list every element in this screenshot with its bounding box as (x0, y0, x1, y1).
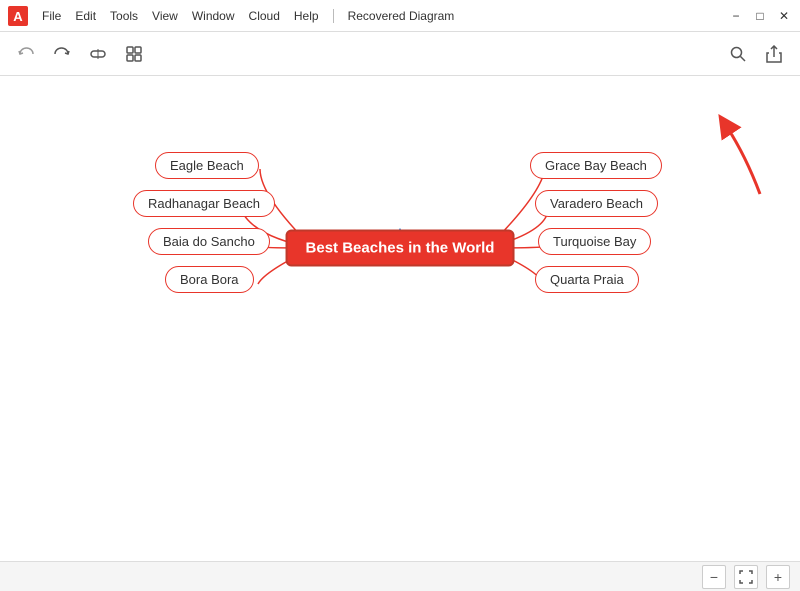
node-baia-do-sancho[interactable]: Baia do Sancho (148, 228, 270, 255)
menu-separator (333, 9, 334, 23)
fit-view-button[interactable] (734, 565, 758, 589)
menu-tools[interactable]: Tools (104, 7, 144, 25)
zoom-out-button[interactable]: − (702, 565, 726, 589)
maximize-button[interactable]: □ (752, 8, 768, 24)
menu-edit[interactable]: Edit (69, 7, 102, 25)
layout-button[interactable] (120, 40, 148, 68)
window-controls: − □ ✕ (728, 8, 792, 24)
fit-button[interactable] (84, 40, 112, 68)
redo-icon (53, 45, 71, 63)
svg-text:A: A (13, 9, 23, 24)
redo-button[interactable] (48, 40, 76, 68)
document-title: Recovered Diagram (342, 7, 461, 25)
toolbar (0, 32, 800, 76)
layout-icon (125, 45, 143, 63)
menu-help[interactable]: Help (288, 7, 325, 25)
mindmap-container: Best Beaches in the World Eagle Beach Ra… (0, 76, 800, 561)
node-varadero-beach[interactable]: Varadero Beach (535, 190, 658, 217)
search-icon (729, 45, 747, 63)
statusbar: − + (0, 561, 800, 591)
undo-icon (17, 45, 35, 63)
node-quarta-praia[interactable]: Quarta Praia (535, 266, 639, 293)
share-button[interactable] (760, 40, 788, 68)
minimize-button[interactable]: − (728, 8, 744, 24)
menu-window[interactable]: Window (186, 7, 241, 25)
search-button[interactable] (724, 40, 752, 68)
undo-button[interactable] (12, 40, 40, 68)
fit-icon (89, 45, 107, 63)
toolbar-right (724, 40, 788, 68)
fit-icon (739, 570, 753, 584)
node-turquoise-bay[interactable]: Turquoise Bay (538, 228, 651, 255)
share-icon (765, 45, 783, 63)
close-button[interactable]: ✕ (776, 8, 792, 24)
node-grace-bay-beach[interactable]: Grace Bay Beach (530, 152, 662, 179)
node-eagle-beach[interactable]: Eagle Beach (155, 152, 259, 179)
menu-cloud[interactable]: Cloud (243, 7, 286, 25)
center-node[interactable]: Best Beaches in the World (286, 230, 515, 267)
menu-file[interactable]: File (36, 7, 67, 25)
canvas[interactable]: Best Beaches in the World Eagle Beach Ra… (0, 76, 800, 561)
node-radhanagar-beach[interactable]: Radhanagar Beach (133, 190, 275, 217)
app-logo: A (8, 6, 28, 26)
menu-view[interactable]: View (146, 7, 184, 25)
zoom-in-button[interactable]: + (766, 565, 790, 589)
titlebar: A File Edit Tools View Window Cloud Help… (0, 0, 800, 32)
menu-bar: File Edit Tools View Window Cloud Help R… (36, 7, 728, 25)
node-bora-bora[interactable]: Bora Bora (165, 266, 254, 293)
connections-svg (0, 76, 800, 561)
